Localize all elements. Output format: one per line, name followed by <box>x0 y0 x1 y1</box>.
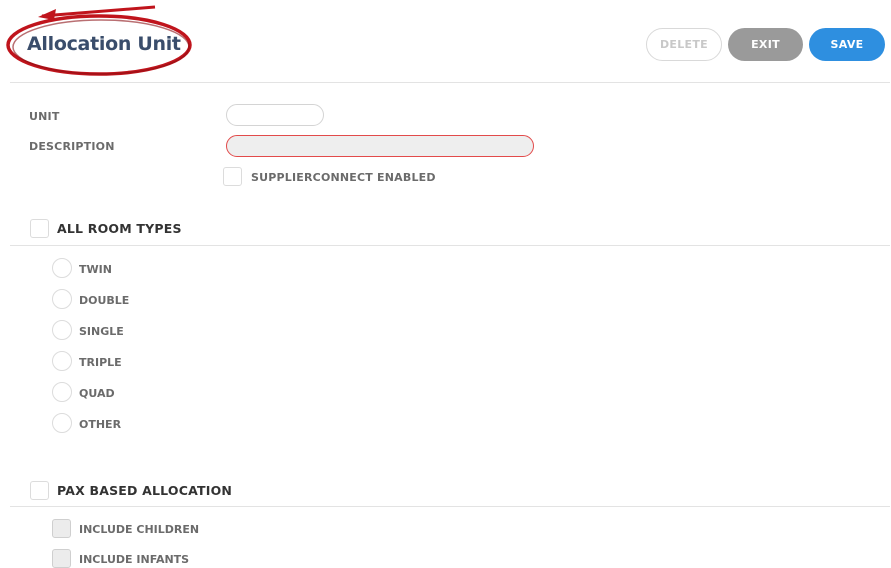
radio-double[interactable] <box>52 289 72 309</box>
pax-based-allocation-checkbox[interactable] <box>30 481 49 500</box>
radio-single[interactable] <box>52 320 72 340</box>
unit-label: UNIT <box>29 110 60 123</box>
radio-triple[interactable] <box>52 351 72 371</box>
option-label-triple: TRIPLE <box>79 356 122 369</box>
include-children-checkbox[interactable] <box>52 519 71 538</box>
description-input[interactable] <box>226 135 534 157</box>
all-room-types-title: ALL ROOM TYPES <box>57 221 182 236</box>
include-infants-label: INCLUDE INFANTS <box>79 553 190 566</box>
radio-other[interactable] <box>52 413 72 433</box>
all-room-types-checkbox[interactable] <box>30 219 49 238</box>
header-divider <box>10 82 890 83</box>
description-label: DESCRIPTION <box>29 140 115 153</box>
radio-twin[interactable] <box>52 258 72 278</box>
unit-input[interactable] <box>226 104 324 126</box>
pax-divider <box>10 506 890 507</box>
option-label-double: DOUBLE <box>79 294 130 307</box>
supplierconnect-label: SUPPLIERCONNECT ENABLED <box>251 171 436 184</box>
option-label-quad: QUAD <box>79 387 115 400</box>
supplierconnect-checkbox[interactable] <box>223 167 242 186</box>
annotation-ellipse <box>6 5 192 76</box>
option-label-twin: TWIN <box>79 263 112 276</box>
room-types-divider <box>10 245 890 246</box>
include-children-label: INCLUDE CHILDREN <box>79 523 200 536</box>
include-infants-checkbox[interactable] <box>52 549 71 568</box>
save-button[interactable]: SAVE <box>809 28 885 61</box>
option-label-single: SINGLE <box>79 325 124 338</box>
exit-button[interactable]: EXIT <box>728 28 803 61</box>
page-title: Allocation Unit <box>27 33 181 55</box>
pax-based-allocation-title: PAX BASED ALLOCATION <box>57 483 233 498</box>
delete-button[interactable]: DELETE <box>646 28 722 61</box>
option-label-other: OTHER <box>79 418 122 431</box>
radio-quad[interactable] <box>52 382 72 402</box>
